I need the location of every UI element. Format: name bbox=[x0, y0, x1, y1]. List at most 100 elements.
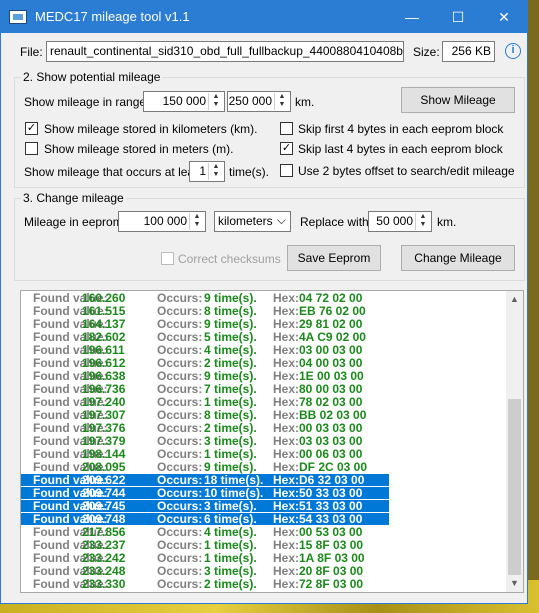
found-value: 233.242 bbox=[82, 551, 126, 565]
range-label: Show mileage in range: bbox=[24, 95, 150, 109]
hex-label: Hex: bbox=[273, 421, 300, 435]
hex-label: Hex: bbox=[273, 356, 300, 370]
show-m-checkbox[interactable] bbox=[25, 142, 38, 155]
replace-with-arrows[interactable]: ▲ ▼ bbox=[415, 213, 430, 230]
save-eeprom-button[interactable]: Save Eeprom bbox=[287, 245, 381, 271]
results-scrollbar[interactable]: ▲ ▼ bbox=[506, 291, 523, 592]
range-to-stepper[interactable]: 250 000 ▲ ▼ bbox=[227, 91, 291, 112]
occurs-label: Occurs: bbox=[157, 408, 203, 422]
list-item[interactable]: Found value: 208.095 Occurs: 9 time(s). Hex:… bbox=[21, 461, 389, 473]
list-item[interactable]: Found value: 198.144 Occurs: 1 time(s). Hex:… bbox=[21, 448, 389, 460]
list-item[interactable]: Found value: 196.612 Occurs: 2 time(s). Hex:… bbox=[21, 357, 389, 369]
list-item[interactable]: Found value: 233.248 Occurs: 3 time(s). Hex:… bbox=[21, 565, 389, 577]
occurs-value: 8 time(s). bbox=[204, 408, 257, 422]
unit-dropdown-value: kilometers bbox=[218, 214, 273, 228]
skip-last-checkbox[interactable]: ✓ bbox=[280, 142, 293, 155]
list-item[interactable]: Found value: 164.137 Occurs: 9 time(s). Hex:… bbox=[21, 318, 389, 330]
hex-label: Hex: bbox=[273, 525, 300, 539]
list-item[interactable]: Found value: 217.856 Occurs: 4 time(s). Hex:… bbox=[21, 526, 389, 538]
list-item[interactable]: Found value: 233.237 Occurs: 1 time(s). Hex:… bbox=[21, 539, 389, 551]
hex-label: Hex: bbox=[273, 408, 300, 422]
found-value: 196.612 bbox=[82, 356, 126, 370]
maximize-button[interactable]: ☐ bbox=[435, 1, 481, 33]
list-item[interactable]: Found value: 161.515 Occurs: 8 time(s). Hex:… bbox=[21, 305, 389, 317]
hex-value: 51 33 03 00 bbox=[299, 499, 363, 513]
occurs-value: 4 time(s). bbox=[204, 343, 257, 357]
found-value: 197.379 bbox=[82, 434, 126, 448]
hex-label: Hex: bbox=[273, 551, 300, 565]
show-km-label: Show mileage stored in kilometers (km). bbox=[44, 122, 258, 136]
occurs-value: 1 time(s). bbox=[204, 538, 257, 552]
list-item[interactable]: Found value: 233.330 Occurs: 2 time(s). Hex:… bbox=[21, 578, 389, 590]
occurs-stepper[interactable]: 1 ▲ ▼ bbox=[189, 161, 225, 182]
hex-value: 00 06 03 00 bbox=[299, 447, 363, 461]
scroll-up-icon[interactable]: ▲ bbox=[506, 291, 523, 308]
range-to-arrows[interactable]: ▲ ▼ bbox=[274, 93, 289, 110]
found-value: 160.260 bbox=[82, 291, 126, 305]
close-button[interactable]: ✕ bbox=[481, 1, 527, 33]
list-item[interactable]: Found value: 197.240 Occurs: 1 time(s). Hex:… bbox=[21, 396, 389, 408]
occurs-value: 3 time(s). bbox=[204, 434, 257, 448]
unit-dropdown[interactable]: kilometers ⌵ bbox=[214, 211, 291, 232]
main-window: MEDC17 mileage tool v1.1 — ☐ ✕ File: ren… bbox=[0, 0, 528, 604]
range-from-arrows[interactable]: ▲ ▼ bbox=[208, 93, 223, 110]
hex-label: Hex: bbox=[273, 330, 300, 344]
occurs-value: 9 time(s). bbox=[204, 317, 257, 331]
hex-value: 03 00 03 00 bbox=[299, 343, 363, 357]
list-item[interactable]: Found value: 160.260 Occurs: 9 time(s). Hex:… bbox=[21, 292, 389, 304]
list-item[interactable]: Found value: 197.379 Occurs: 3 time(s). Hex:… bbox=[21, 435, 389, 447]
range-from-stepper[interactable]: 150 000 ▲ ▼ bbox=[143, 91, 225, 112]
show-mileage-button[interactable]: Show Mileage bbox=[401, 87, 515, 113]
hex-label: Hex: bbox=[273, 577, 300, 591]
list-item[interactable]: Found value: 182.602 Occurs: 5 time(s). Hex:… bbox=[21, 331, 389, 343]
results-list[interactable]: Found value: 160.260 Occurs: 9 time(s). Hex:… bbox=[20, 290, 524, 593]
found-value: 209.745 bbox=[82, 499, 126, 513]
occurs-label: Occurs: bbox=[157, 525, 203, 539]
occurs-arrows[interactable]: ▲ ▼ bbox=[208, 163, 223, 180]
found-value: 164.137 bbox=[82, 317, 126, 331]
two-bytes-checkbox[interactable] bbox=[280, 164, 293, 177]
list-item[interactable]: Found value: 209.744 Occurs: 10 time(s). Hex… bbox=[21, 487, 389, 499]
list-item[interactable]: Found value: 196.611 Occurs: 4 time(s). Hex:… bbox=[21, 344, 389, 356]
file-path-field[interactable]: renault_continental_sid310_obd_full_full… bbox=[46, 41, 404, 62]
hex-label: Hex: bbox=[273, 317, 300, 331]
two-bytes-label: Use 2 bytes offset to search/edit mileag… bbox=[298, 164, 515, 178]
minimize-button[interactable]: — bbox=[389, 1, 435, 33]
list-item[interactable]: Found value: 209.745 Occurs: 3 time(s). Hex:… bbox=[21, 500, 389, 512]
occurs-value: 10 time(s). bbox=[204, 486, 264, 500]
checkmark-icon: ✓ bbox=[281, 142, 292, 154]
occurs-label: Occurs: bbox=[157, 395, 203, 409]
hex-value: 03 03 03 00 bbox=[299, 434, 363, 448]
show-mileage-group-title: 2. Show potential mileage bbox=[21, 70, 163, 84]
list-item[interactable]: Found value: 196.638 Occurs: 9 time(s). Hex:… bbox=[21, 370, 389, 382]
info-icon[interactable]: i bbox=[505, 43, 521, 59]
replace-with-label: Replace with bbox=[300, 215, 369, 229]
hex-value: 50 33 03 00 bbox=[299, 486, 363, 500]
eeprom-mileage-arrows[interactable]: ▲ ▼ bbox=[189, 213, 204, 230]
hex-value: 72 8F 03 00 bbox=[299, 577, 364, 591]
list-item[interactable]: Found value: 197.376 Occurs: 2 time(s). Hex:… bbox=[21, 422, 389, 434]
eeprom-mileage-stepper[interactable]: 100 000 ▲ ▼ bbox=[118, 211, 206, 232]
occurs-label: Occurs: bbox=[157, 304, 203, 318]
hex-label: Hex: bbox=[273, 395, 300, 409]
correct-checksums-checkbox[interactable] bbox=[161, 252, 174, 265]
scroll-down-icon[interactable]: ▼ bbox=[506, 575, 523, 592]
app-icon bbox=[9, 10, 27, 24]
occurs-label: Occurs: bbox=[157, 382, 203, 396]
list-item[interactable]: Found value: 209.748 Occurs: 6 time(s). Hex:… bbox=[21, 513, 389, 525]
hex-value: EB 76 02 00 bbox=[299, 304, 366, 318]
size-field[interactable]: 256 KB bbox=[442, 41, 495, 62]
list-item[interactable]: Found value: 196.736 Occurs: 7 time(s). Hex:… bbox=[21, 383, 389, 395]
replace-with-stepper[interactable]: 50 000 ▲ ▼ bbox=[368, 211, 432, 232]
hex-value: 1A 8F 03 00 bbox=[299, 551, 365, 565]
list-item[interactable]: Found value: 197.307 Occurs: 8 time(s). Hex:… bbox=[21, 409, 389, 421]
occurs-label: Occurs: bbox=[157, 330, 203, 344]
list-item[interactable]: Found value: 209.622 Occurs: 18 time(s). Hex… bbox=[21, 474, 389, 486]
scroll-thumb[interactable] bbox=[508, 399, 521, 575]
list-item[interactable]: Found value: 233.242 Occurs: 1 time(s). Hex:… bbox=[21, 552, 389, 564]
change-mileage-button[interactable]: Change Mileage bbox=[401, 245, 515, 271]
show-km-checkbox[interactable]: ✓ bbox=[25, 122, 38, 135]
occurs-unit: time(s). bbox=[229, 165, 269, 179]
skip-first-checkbox[interactable] bbox=[280, 122, 293, 135]
found-value: 197.376 bbox=[82, 421, 126, 435]
